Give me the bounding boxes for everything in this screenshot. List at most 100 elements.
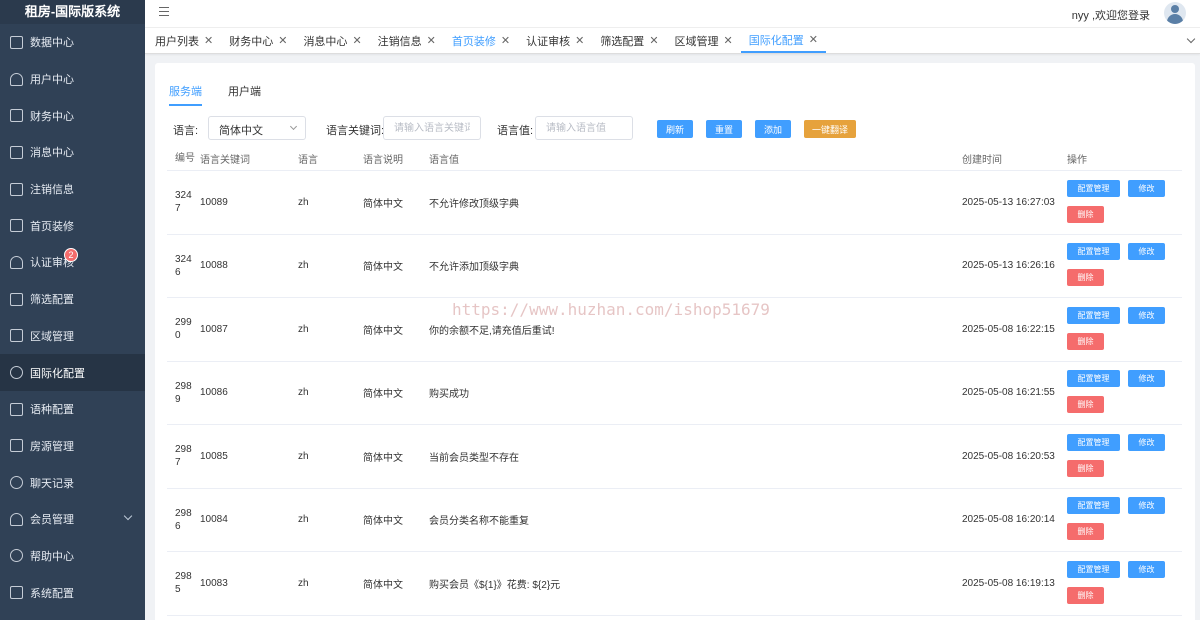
cell-id: 324 6 <box>167 253 200 279</box>
edit-button[interactable]: 修改 <box>1128 433 1165 451</box>
close-icon[interactable]: ✕ <box>649 34 658 47</box>
sidebar-item-label: 首页装修 <box>30 220 74 233</box>
subtab-1[interactable]: 用户端 <box>228 83 261 106</box>
sidebar-item-15[interactable]: 系统配置 <box>0 574 145 611</box>
sidebar-item-9[interactable]: 国际化配置 <box>0 354 145 391</box>
cell-id-line1: 298 <box>175 507 192 519</box>
sidebar-item-label: 会员管理 <box>30 514 74 527</box>
config-button[interactable]: 配置管理 <box>1067 560 1120 578</box>
config-button[interactable]: 配置管理 <box>1067 179 1120 197</box>
add-button[interactable]: 添加 <box>755 120 791 138</box>
keyword-label: 语言关键词: <box>326 125 385 137</box>
sidebar-item-2[interactable]: 财务中心 <box>0 97 145 134</box>
close-icon[interactable]: ✕ <box>427 34 436 47</box>
wallet-icon <box>10 109 23 123</box>
sidebar-item-5[interactable]: 首页装修 <box>0 207 145 244</box>
tab-6[interactable]: 筛选配置 ✕ <box>592 28 666 53</box>
tabs-dropdown-icon[interactable] <box>1186 34 1196 44</box>
user-avatar[interactable] <box>1164 2 1186 24</box>
sidebar-item-label: 财务中心 <box>30 110 74 123</box>
delete-button[interactable]: 删除 <box>1067 332 1104 350</box>
close-icon[interactable]: ✕ <box>501 34 510 47</box>
reset-button[interactable]: 重置 <box>706 120 742 138</box>
close-icon[interactable]: ✕ <box>278 34 287 47</box>
edit-button[interactable]: 修改 <box>1128 179 1165 197</box>
cell-time: 2025-05-08 16:20:53 <box>962 450 1055 462</box>
sidebar: 租房-国际版系统 数据中心 用户中心 财务中心 消息中心 注销信息 首页装修 认证审核 2 筛选… <box>0 0 145 620</box>
config-button[interactable]: 配置管理 <box>1067 497 1120 515</box>
config-button[interactable]: 配置管理 <box>1067 243 1120 261</box>
sidebar-item-3[interactable]: 消息中心 <box>0 134 145 171</box>
config-button[interactable]: 配置管理 <box>1067 306 1120 324</box>
tab-4[interactable]: 首页装修 ✕ <box>444 28 518 53</box>
table-row: 299 0 10087 zh 简体中文 你的余额不足,请充值后重试! 2025-05-08 … <box>167 298 1182 362</box>
delete-button[interactable]: 删除 <box>1067 459 1104 477</box>
table-row: 324 6 10088 zh 简体中文 不允许添加顶级字典 2025-05-13 16:26… <box>167 234 1182 298</box>
delete-button[interactable]: 删除 <box>1067 205 1104 223</box>
filter-doc-icon <box>10 292 23 306</box>
value-input[interactable] <box>535 116 633 140</box>
sidebar-item-12[interactable]: 聊天记录 <box>0 464 145 501</box>
sidebar-item-10[interactable]: 语种配置 <box>0 391 145 428</box>
cell-actions: 配置管理 修改删除 <box>1067 234 1182 297</box>
refresh-button[interactable]: 刷新 <box>657 120 693 138</box>
edit-button[interactable]: 修改 <box>1128 243 1165 261</box>
cell-key: 10087 <box>200 323 228 335</box>
tab-1[interactable]: 财务中心 ✕ <box>221 28 295 53</box>
translate-all-button[interactable]: 一键翻译 <box>804 120 856 138</box>
edit-button[interactable]: 修改 <box>1128 306 1165 324</box>
tab-0[interactable]: 用户列表 ✕ <box>147 28 221 53</box>
value-label: 语言值: <box>497 125 534 137</box>
sidebar-item-8[interactable]: 区域管理 <box>0 318 145 355</box>
tab-2[interactable]: 消息中心 ✕ <box>295 28 369 53</box>
col-header-value: 语言值 <box>429 155 459 166</box>
language-select[interactable]: 简体中文 <box>208 116 306 140</box>
edit-button[interactable]: 修改 <box>1128 560 1165 578</box>
close-icon[interactable]: ✕ <box>575 34 584 47</box>
delete-button[interactable]: 删除 <box>1067 269 1104 287</box>
delete-button[interactable]: 删除 <box>1067 586 1104 604</box>
config-button[interactable]: 配置管理 <box>1067 370 1120 388</box>
tab-label: 区域管理 <box>674 35 719 48</box>
sidebar-item-6[interactable]: 认证审核 2 <box>0 244 145 281</box>
delete-button[interactable]: 删除 <box>1067 396 1104 414</box>
client-subtabs: 服务端 用户端 <box>169 83 287 106</box>
tab-7[interactable]: 区域管理 ✕ <box>667 28 741 53</box>
close-icon[interactable]: ✕ <box>809 33 818 46</box>
sidebar-item-label: 用户中心 <box>30 74 74 87</box>
col-header-desc: 语言说明 <box>363 155 403 166</box>
edit-button[interactable]: 修改 <box>1128 497 1165 515</box>
sidebar-item-14[interactable]: 帮助中心 <box>0 538 145 575</box>
cell-value: 不允许修改顶级字典 <box>429 198 519 210</box>
cell-time: 2025-05-08 16:22:15 <box>962 323 1055 335</box>
sidebar-item-11[interactable]: 房源管理 <box>0 428 145 465</box>
cell-id-line2: 7 <box>175 457 181 469</box>
menu-toggle-icon[interactable] <box>159 7 169 16</box>
cell-key: 10083 <box>200 577 228 589</box>
tab-5[interactable]: 认证审核 ✕ <box>518 28 592 53</box>
house-list-icon <box>10 439 23 453</box>
cell-desc: 简体中文 <box>363 452 403 464</box>
sidebar-item-13[interactable]: 会员管理 <box>0 501 145 538</box>
delete-button[interactable]: 删除 <box>1067 523 1104 541</box>
sidebar-item-1[interactable]: 用户中心 <box>0 61 145 98</box>
sidebar-item-label: 注销信息 <box>30 184 74 197</box>
tab-8[interactable]: 国际化配置 ✕ <box>740 28 826 53</box>
close-icon[interactable]: ✕ <box>724 34 733 47</box>
sidebar-item-4[interactable]: 注销信息 <box>0 171 145 208</box>
edit-button[interactable]: 修改 <box>1128 370 1165 388</box>
keyword-input[interactable] <box>383 116 481 140</box>
tab-3[interactable]: 注销信息 ✕ <box>370 28 444 53</box>
cell-id: 298 9 <box>167 380 200 406</box>
subtab-0[interactable]: 服务端 <box>169 83 202 106</box>
cell-id: 324 7 <box>167 189 200 215</box>
close-icon[interactable]: ✕ <box>352 34 361 47</box>
config-button[interactable]: 配置管理 <box>1067 433 1120 451</box>
tab-label: 用户列表 <box>155 35 199 48</box>
sidebar-item-0[interactable]: 数据中心 <box>0 24 145 61</box>
close-icon[interactable]: ✕ <box>204 34 213 47</box>
cell-id-line1: 324 <box>175 190 192 202</box>
sidebar-item-7[interactable]: 筛选配置 <box>0 281 145 318</box>
cell-id-line2: 6 <box>175 266 181 278</box>
tabs-bar: 用户列表 ✕ 财务中心 ✕ 消息中心 ✕ 注销信息 ✕ 首页装修 ✕ 认证审核 ✕ 筛选配置 ✕ 区域管理 ✕… <box>145 28 1200 54</box>
